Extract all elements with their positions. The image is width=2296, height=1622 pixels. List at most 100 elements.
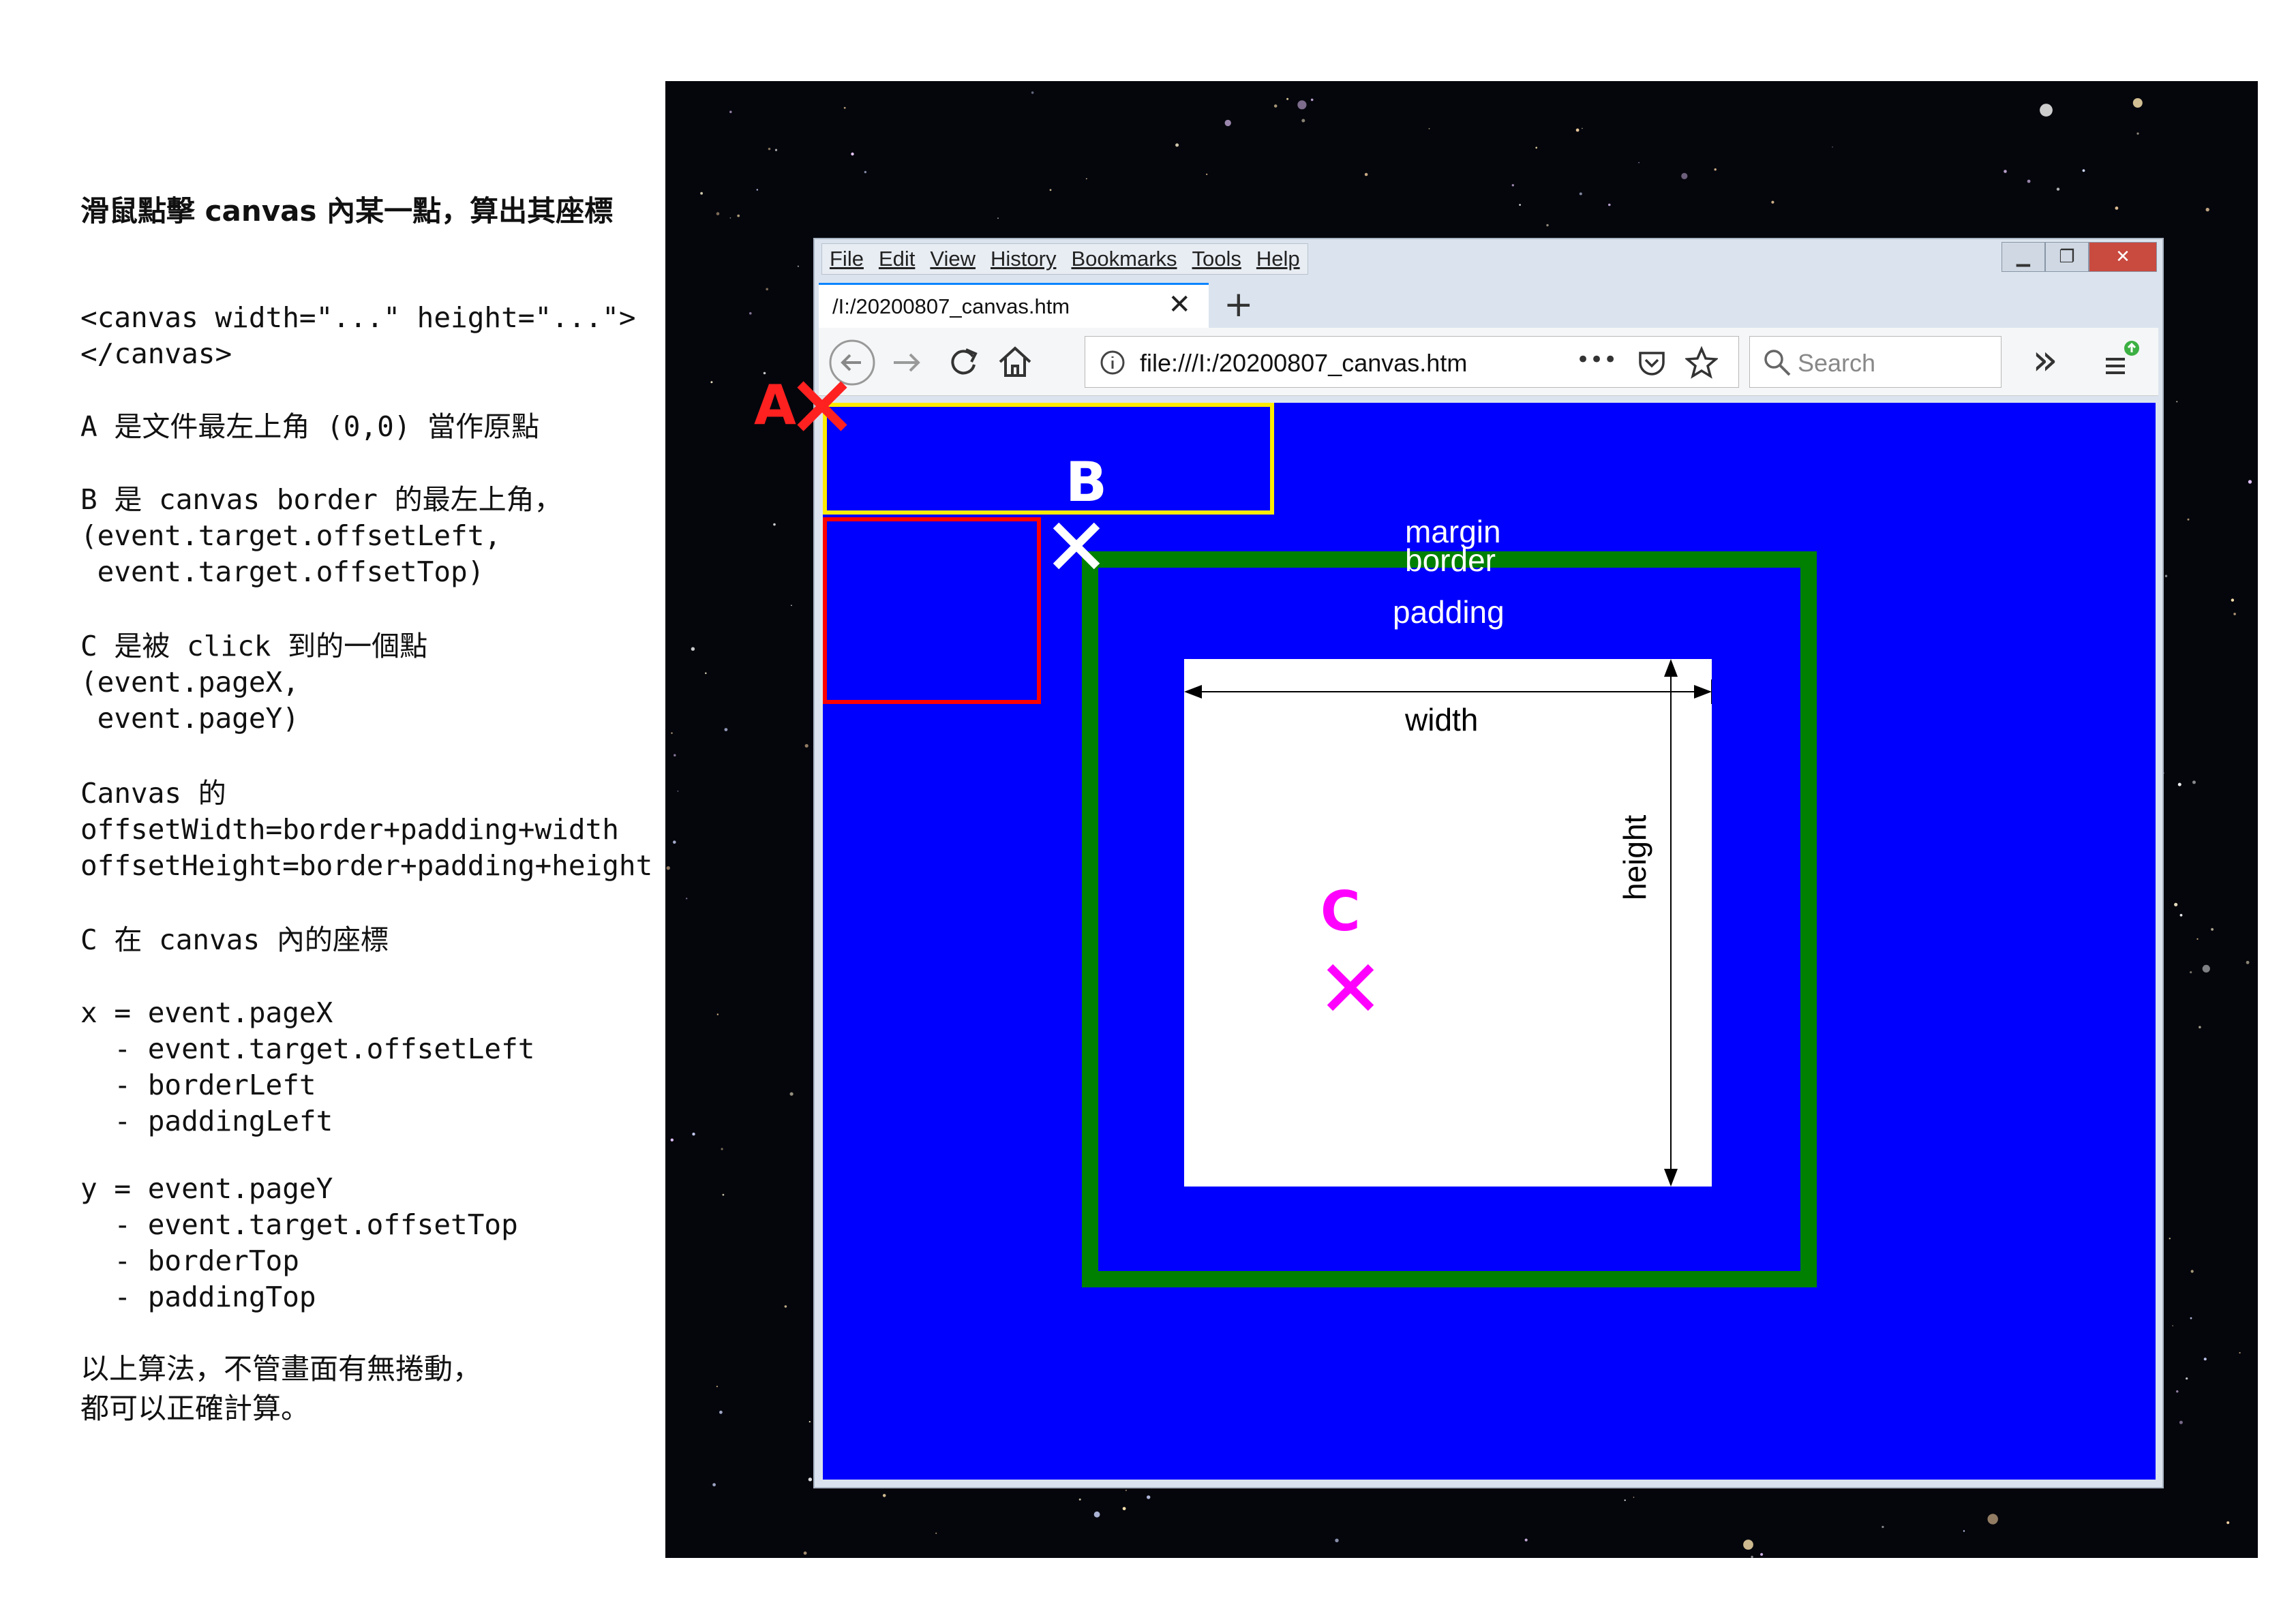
star (2179, 914, 2183, 917)
star (712, 1483, 716, 1487)
star (935, 1532, 937, 1534)
minimize-button[interactable]: ▁ (2002, 242, 2045, 272)
point-a-description: A 是文件最左上角 (0,0) 當作原點 (80, 410, 540, 443)
c-in-canvas-heading: C 在 canvas 內的座標 (80, 923, 389, 956)
tab-canvas-page[interactable]: /I:/20200807_canvas.htm ✕ (819, 283, 1209, 328)
star (809, 1421, 811, 1423)
star (1093, 1511, 1100, 1518)
star (737, 214, 740, 217)
page-content-area[interactable]: margin border padding width height B C (823, 403, 2156, 1480)
star (705, 672, 707, 675)
url-text: file:///I:/20200807_canvas.htm (1140, 349, 1468, 377)
new-tab-button[interactable]: + (1224, 284, 1254, 325)
star (2040, 104, 2053, 117)
star (2082, 169, 2085, 172)
star (997, 217, 999, 219)
point-b-description: B 是 canvas border 的最左上角， (event.target.o… (80, 483, 562, 588)
star (1175, 143, 1179, 147)
star (864, 170, 867, 174)
star (716, 1013, 719, 1015)
star (2202, 964, 2210, 973)
page-actions-icon[interactable]: ••• (1576, 346, 1617, 373)
star (1751, 1555, 1753, 1558)
menu-tools[interactable]: Tools (1185, 244, 1249, 274)
point-b-label: B (1066, 450, 1107, 514)
star (2248, 480, 2252, 484)
hamburger-menu-icon[interactable] (2100, 339, 2144, 382)
point-a-label: A (754, 373, 796, 437)
star (1519, 204, 1521, 206)
star (1428, 127, 1430, 129)
menu-file[interactable]: File (822, 244, 871, 274)
star (1624, 1499, 1626, 1501)
star (1743, 1540, 1753, 1550)
star (716, 212, 720, 215)
home-icon[interactable] (996, 343, 1034, 381)
info-icon[interactable] (1099, 349, 1126, 376)
canvas-offset-dimensions: Canvas 的 offsetWidth=border+padding+widt… (80, 777, 653, 882)
bookmark-star-icon[interactable] (1685, 346, 1718, 379)
star (2136, 132, 2139, 135)
star (1633, 1497, 1635, 1498)
pocket-icon[interactable] (1636, 348, 1667, 379)
star (716, 1386, 718, 1388)
star (843, 106, 846, 109)
star (808, 1478, 813, 1482)
menu-history[interactable]: History (983, 244, 1063, 274)
star (691, 647, 695, 651)
star (1524, 1538, 1528, 1542)
star (2226, 1521, 2230, 1525)
star (1579, 192, 1582, 196)
star (674, 754, 676, 756)
star (804, 744, 809, 748)
menu-help[interactable]: Help (1249, 244, 1308, 274)
star (882, 1494, 886, 1497)
star (2211, 928, 2214, 931)
star (2004, 170, 2007, 173)
star (700, 192, 703, 195)
point-a-marker-icon (797, 381, 847, 431)
star (803, 1551, 807, 1555)
tab-strip: /I:/20200807_canvas.htm ✕ + (815, 275, 2162, 328)
star (766, 288, 768, 291)
forward-icon[interactable] (890, 346, 924, 380)
menu-bookmarks[interactable]: Bookmarks (1063, 244, 1184, 274)
browser-window: File Edit View History Bookmarks Tools H… (813, 238, 2164, 1488)
point-c-marker-icon (1327, 964, 1374, 1011)
star (1031, 91, 1034, 94)
star (1714, 168, 1717, 171)
star (1224, 119, 1231, 127)
menu-view[interactable]: View (922, 244, 983, 274)
star (1575, 128, 1580, 132)
offset-box (823, 517, 1041, 704)
star (773, 523, 776, 526)
reload-icon[interactable] (946, 344, 981, 380)
overflow-menu-icon[interactable]: » (2032, 335, 2058, 384)
star (2177, 782, 2181, 786)
close-window-button[interactable]: ✕ (2089, 242, 2157, 272)
star (2132, 98, 2143, 108)
star (722, 1193, 725, 1196)
star (1085, 178, 1087, 180)
star (692, 1132, 695, 1136)
star (749, 312, 752, 315)
star (1364, 172, 1368, 177)
star (1049, 189, 1052, 192)
restore-button[interactable]: ❐ (2045, 242, 2089, 272)
tab-close-icon[interactable]: ✕ (1168, 289, 1191, 320)
star (2186, 1377, 2188, 1380)
star (1681, 172, 1688, 179)
star (729, 217, 731, 219)
star (756, 189, 758, 191)
star (721, 1148, 723, 1150)
y-formula: y = event.pageY - event.target.offsetTop… (80, 1172, 518, 1313)
menu-edit[interactable]: Edit (871, 244, 922, 274)
star (666, 866, 670, 870)
star (1273, 104, 1278, 108)
conclusion-text: 以上算法，不管畫面有無捲動， 都可以正確計算。 (80, 1352, 482, 1425)
url-bar[interactable]: file:///I:/20200807_canvas.htm ••• (1085, 336, 1739, 388)
search-input[interactable]: Search (1749, 336, 2002, 388)
star (2205, 207, 2209, 212)
star (1286, 97, 1289, 100)
margin-box (823, 403, 1274, 515)
